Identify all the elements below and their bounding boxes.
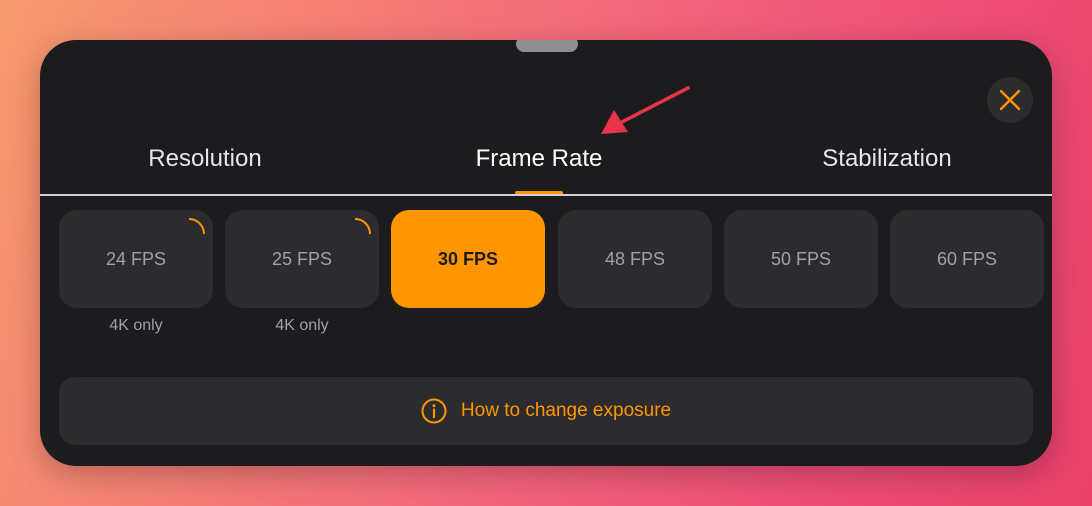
info-icon (421, 398, 447, 424)
fps-option-48[interactable]: 48 FPS (558, 210, 712, 308)
fps-option-25[interactable]: 25 FPS (225, 210, 379, 308)
fps-option-60[interactable]: 60 FPS (890, 210, 1044, 308)
frame-rate-sheet: Resolution Frame Rate Stabilization 24 F… (40, 40, 1052, 466)
fps-option-label: 48 FPS (604, 248, 666, 269)
corner-badge-icon (188, 218, 205, 235)
fps-option-24[interactable]: 24 FPS (59, 210, 213, 308)
fps-option-50[interactable]: 50 FPS (724, 210, 878, 308)
sheet-grabber-handle[interactable] (516, 40, 578, 52)
fps-option-label: 24 FPS (105, 248, 167, 269)
close-button[interactable] (987, 77, 1033, 123)
close-icon (999, 89, 1021, 111)
exposure-help-button[interactable]: How to change exposure (59, 377, 1033, 445)
tab-stabilization[interactable]: Stabilization (787, 145, 987, 195)
fps-option-30[interactable]: 30 FPS (391, 210, 545, 308)
tab-frame-rate[interactable]: Frame Rate (439, 145, 639, 195)
fps-option-label: 50 FPS (770, 248, 832, 269)
settings-tabs: Resolution Frame Rate Stabilization (40, 145, 1052, 195)
corner-badge-icon (354, 218, 371, 235)
fps-note: 4K only (275, 317, 329, 334)
tabs-divider (40, 194, 1052, 196)
exposure-help-label: How to change exposure (460, 400, 672, 421)
fps-note: 4K only (109, 317, 163, 334)
fps-option-label: 25 FPS (271, 248, 333, 269)
fps-option-label: 30 FPS (437, 248, 499, 269)
fps-option-label: 60 FPS (936, 248, 998, 269)
tab-resolution[interactable]: Resolution (105, 145, 305, 195)
